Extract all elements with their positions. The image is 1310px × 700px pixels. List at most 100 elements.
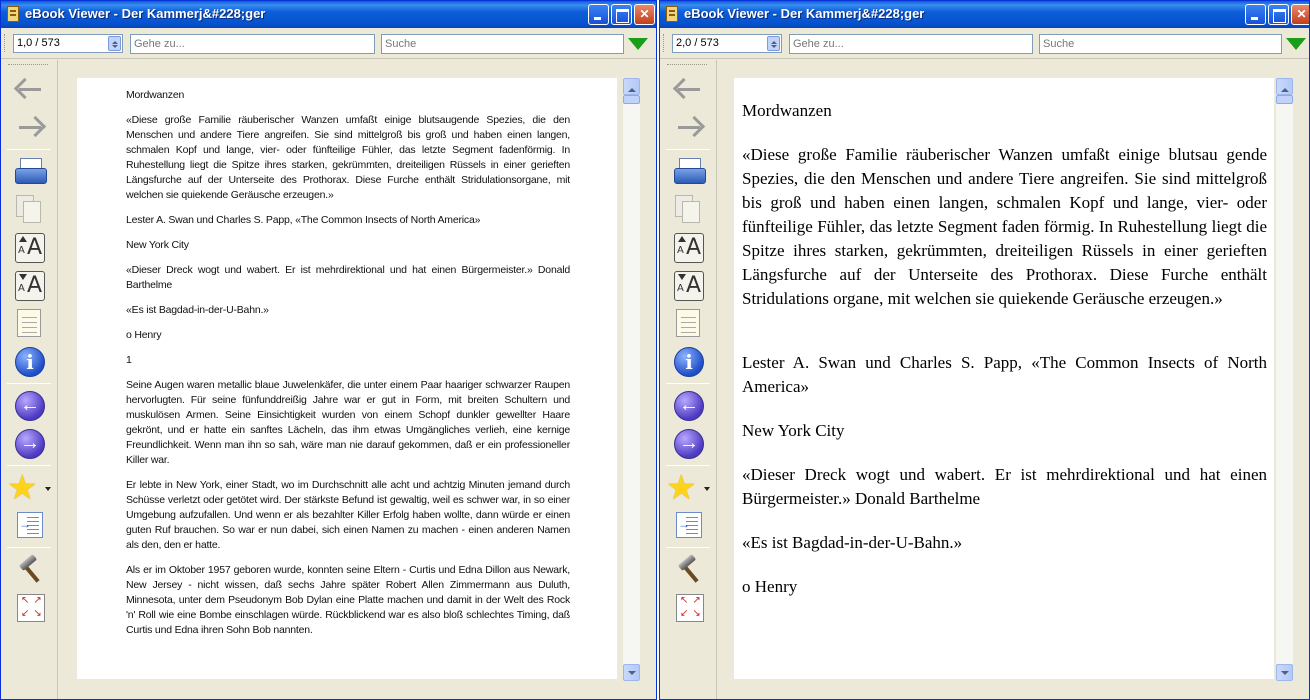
search-field[interactable]: Suche xyxy=(381,34,624,54)
toolbar-separator xyxy=(7,149,51,150)
fullscreen-button[interactable] xyxy=(670,590,706,624)
maximize-button[interactable] xyxy=(1268,4,1289,25)
scroll-down-button[interactable] xyxy=(623,664,640,681)
forward-arrow-icon xyxy=(19,126,41,129)
preferences-button[interactable] xyxy=(670,552,706,586)
notes-button[interactable] xyxy=(670,306,706,340)
star-icon: ★ xyxy=(7,469,38,507)
reading-area: Mordwanzen «Diese große Familie räuberis… xyxy=(59,60,656,699)
paragraph: Mordwanzen xyxy=(126,89,185,101)
print-button[interactable] xyxy=(670,154,706,188)
scroll-thumb[interactable] xyxy=(623,95,640,104)
paragraph: o Henry xyxy=(742,577,798,596)
copy-icon xyxy=(16,195,41,223)
scroll-down-button[interactable] xyxy=(1276,664,1293,681)
printer-icon xyxy=(674,158,706,184)
search-field[interactable]: Suche xyxy=(1039,34,1282,54)
window-title: eBook Viewer - Der Kammerj&#228;ger xyxy=(25,6,266,21)
copy-button[interactable] xyxy=(11,191,47,225)
paragraph: New York City xyxy=(126,239,189,251)
book-page[interactable]: Mordwanzen «Diese große Familie räuberis… xyxy=(734,78,1274,679)
font-larger-button[interactable]: AA xyxy=(670,230,706,264)
vertical-scrollbar[interactable] xyxy=(1276,78,1293,681)
book-text: Mordwanzen «Diese große Familie räuberis… xyxy=(742,99,1267,619)
scroll-up-button[interactable] xyxy=(623,78,640,95)
minimize-button[interactable] xyxy=(588,4,609,25)
page-spinbox[interactable]: 1,0 / 573 xyxy=(13,34,123,53)
paragraph: «Es ist Bagdad-in-der-U-Bahn.» xyxy=(742,533,963,552)
toolbar-grip[interactable] xyxy=(4,34,7,52)
title-bar[interactable]: eBook Viewer - Der Kammerj&#228;ger xyxy=(660,1,1309,28)
font-larger-button[interactable]: AA xyxy=(11,230,47,264)
scroll-thumb[interactable] xyxy=(1276,95,1293,104)
toc-button[interactable] xyxy=(11,508,47,542)
bookmark-button[interactable]: ★ xyxy=(666,469,710,507)
forward-button[interactable] xyxy=(670,110,706,144)
close-button[interactable] xyxy=(634,4,655,25)
preferences-button[interactable] xyxy=(11,552,47,586)
page-indicator: 1,0 / 573 xyxy=(17,37,60,49)
book-page[interactable]: Mordwanzen «Diese große Familie räuberis… xyxy=(77,78,617,679)
notes-button[interactable] xyxy=(11,306,47,340)
page-spinbox[interactable]: 2,0 / 573 xyxy=(672,34,782,53)
toolbar-separator xyxy=(7,465,51,466)
toolbar-grip[interactable] xyxy=(667,64,707,67)
font-larger-icon: AA xyxy=(674,233,704,263)
next-icon: → xyxy=(15,429,45,459)
navigation-bar: 2,0 / 573 Gehe zu... Suche xyxy=(660,28,1309,59)
toolbar-grip[interactable] xyxy=(8,64,48,67)
dropdown-icon[interactable] xyxy=(704,487,710,491)
toolbar-separator xyxy=(7,383,51,384)
copy-button[interactable] xyxy=(670,191,706,225)
page-indicator: 2,0 / 573 xyxy=(676,37,719,49)
toolbar-separator xyxy=(666,149,710,150)
search-dropdown-icon[interactable] xyxy=(628,38,648,50)
vertical-scrollbar[interactable] xyxy=(623,78,640,681)
window-title: eBook Viewer - Der Kammerj&#228;ger xyxy=(684,6,925,21)
goto-field[interactable]: Gehe zu... xyxy=(130,34,375,54)
close-button[interactable] xyxy=(1291,4,1309,25)
dropdown-icon[interactable] xyxy=(45,487,51,491)
paragraph: New York City xyxy=(742,421,845,440)
toc-button[interactable] xyxy=(670,508,706,542)
back-button[interactable] xyxy=(670,72,706,106)
print-button[interactable] xyxy=(11,154,47,188)
fullscreen-icon xyxy=(676,594,705,622)
previous-icon: ← xyxy=(15,391,45,421)
bookmark-button[interactable]: ★ xyxy=(7,469,51,507)
toc-icon xyxy=(676,512,702,538)
app-icon xyxy=(666,6,678,22)
back-button[interactable] xyxy=(11,72,47,106)
info-button[interactable]: i xyxy=(11,344,47,378)
side-toolbar: AA AA i ← → ★ xyxy=(660,60,717,699)
goto-field[interactable]: Gehe zu... xyxy=(789,34,1033,54)
info-button[interactable]: i xyxy=(670,344,706,378)
page-spin-button[interactable] xyxy=(108,36,121,51)
minimize-button[interactable] xyxy=(1245,4,1266,25)
title-bar[interactable]: eBook Viewer - Der Kammerj&#228;ger xyxy=(1,1,656,28)
forward-button[interactable] xyxy=(11,110,47,144)
next-button[interactable]: → xyxy=(11,426,47,460)
previous-button[interactable]: ← xyxy=(670,388,706,422)
font-smaller-button[interactable]: AA xyxy=(670,268,706,302)
paragraph: Lester A. Swan und Charles S. Papp, «The… xyxy=(126,214,481,226)
paragraph: «Es ist Bagdad-in-der-U-Bahn.» xyxy=(126,304,269,316)
search-dropdown-icon[interactable] xyxy=(1286,38,1306,50)
previous-button[interactable]: ← xyxy=(11,388,47,422)
font-larger-icon: AA xyxy=(15,233,45,263)
paragraph: «Dieser Dreck wogt und wabert. Er ist me… xyxy=(742,465,1267,508)
hammer-icon xyxy=(16,556,46,584)
printer-icon xyxy=(15,158,47,184)
fullscreen-button[interactable] xyxy=(11,590,47,624)
font-smaller-button[interactable]: AA xyxy=(11,268,47,302)
star-icon: ★ xyxy=(666,469,697,507)
page-spin-button[interactable] xyxy=(767,36,780,51)
paragraph: 1 xyxy=(126,354,132,366)
maximize-button[interactable] xyxy=(611,4,632,25)
scroll-up-button[interactable] xyxy=(1276,78,1293,95)
next-button[interactable]: → xyxy=(670,426,706,460)
side-toolbar: AA AA i ← → ★ xyxy=(1,60,58,699)
paragraph: Als er im Oktober 1957 geboren wurde, ko… xyxy=(126,564,570,636)
toolbar-grip[interactable] xyxy=(663,34,666,52)
back-arrow-icon xyxy=(19,88,41,91)
